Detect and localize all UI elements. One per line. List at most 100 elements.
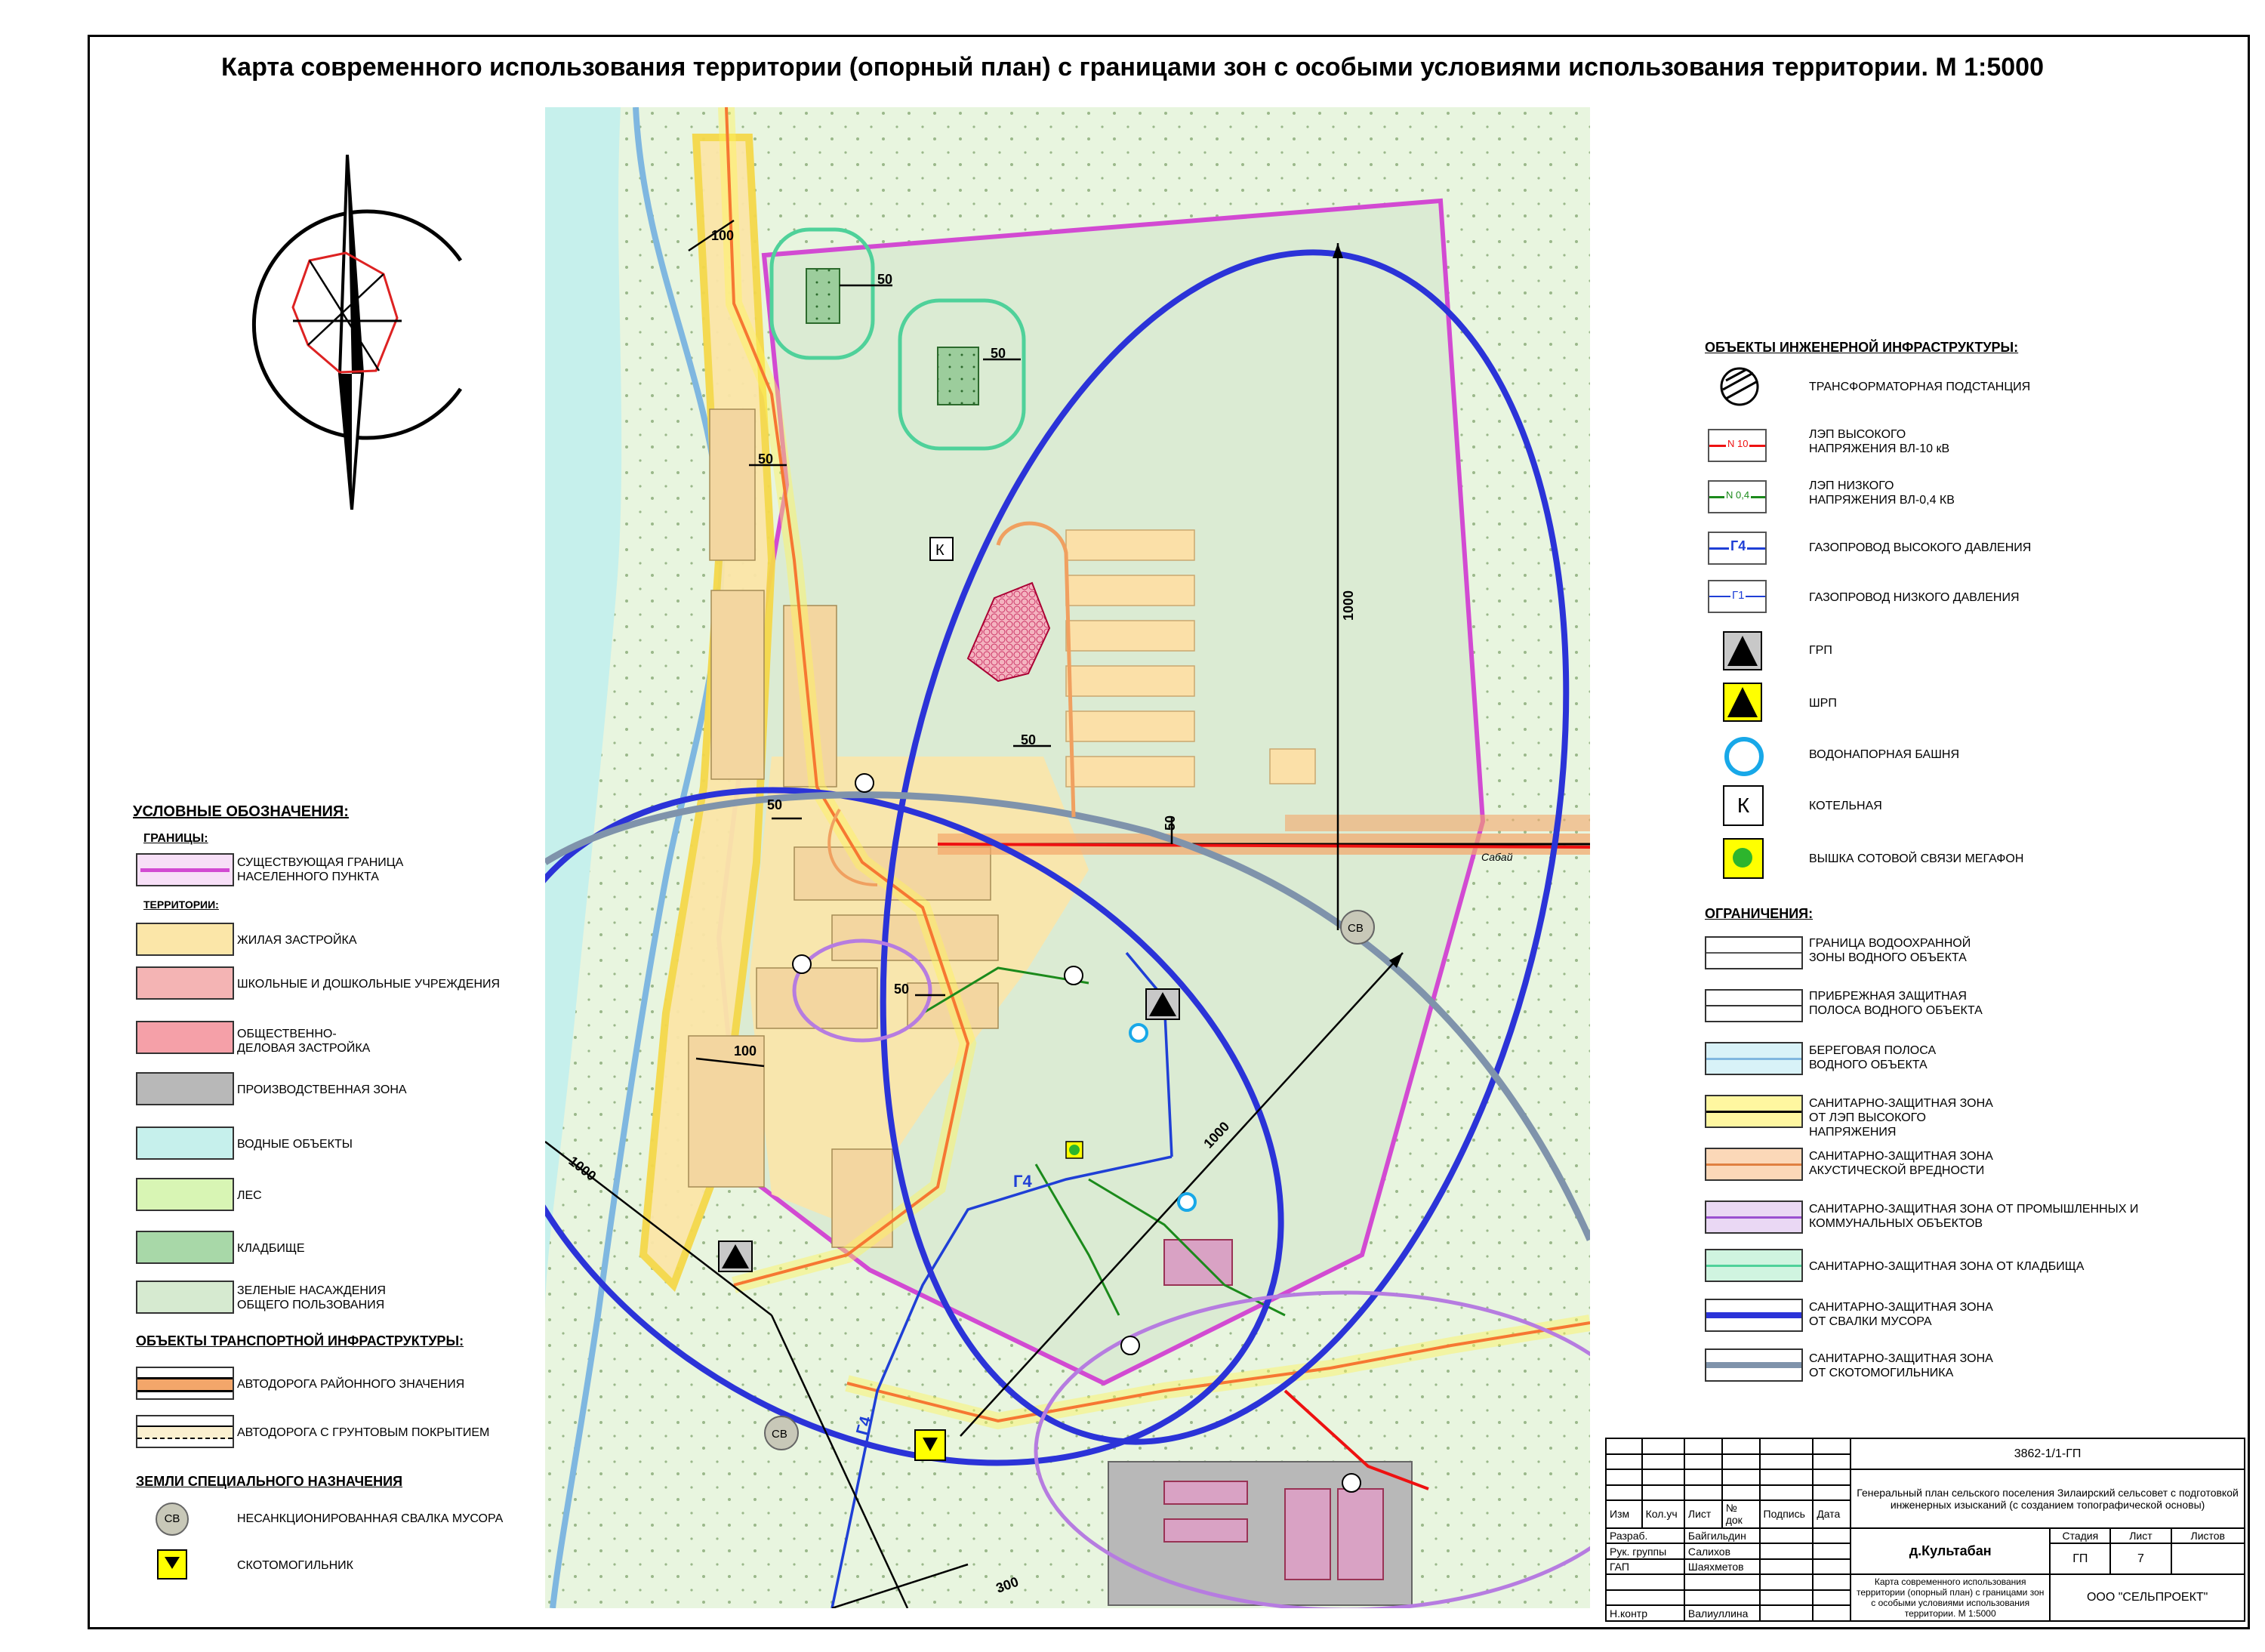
boundary-swatch <box>136 853 234 886</box>
label-cell-tower: ВЫШКА СОТОВОЙ СВЯЗИ МЕГАФОН <box>1809 852 2024 865</box>
label-green: ЗЕЛЕНЫЕ НАСАЖДЕНИЯ ОБЩЕГО ПОЛЬЗОВАНИЯ <box>237 1284 386 1311</box>
name-norm-control: Валиуллина <box>1683 1604 1761 1622</box>
swatch-schools <box>136 966 234 1000</box>
swatch-coastal-strip <box>1705 989 1803 1022</box>
label-residential: ЖИЛАЯ ЗАСТРОЙКА <box>237 934 357 947</box>
col-doc: № док <box>1721 1499 1761 1529</box>
legend-shrp-icon <box>1723 683 1762 722</box>
sheet-value: 7 <box>2109 1543 2172 1576</box>
role-chief: ГАП <box>1605 1558 1685 1576</box>
legend-cell-tower-icon <box>1723 838 1764 879</box>
swatch-szz-industrial <box>1705 1200 1803 1234</box>
boundary-label: СУЩЕСТВУЮЩАЯ ГРАНИЦА НАСЕЛЕННОГО ПУНКТА <box>237 856 404 883</box>
svg-text:СВ: СВ <box>1348 922 1364 935</box>
col-izm: Изм <box>1605 1499 1643 1529</box>
water-tower-icon <box>1129 1023 1148 1043</box>
legend-heading: УСЛОВНЫЕ ОБОЗНАЧЕНИЯ: <box>133 803 349 820</box>
label-hv-line: ЛЭП ВЫСОКОГО НАПРЯЖЕНИЯ ВЛ-10 кВ <box>1809 428 1950 455</box>
label-szz-industrial: САНИТАРНО-ЗАЩИТНАЯ ЗОНА ОТ ПРОМЫШЛЕННЫХ … <box>1809 1203 2139 1230</box>
grp-icon-2 <box>718 1241 753 1272</box>
name-group-lead: Салихов <box>1683 1543 1761 1560</box>
stamp-project-title: Генеральный план сельского поселения Зил… <box>1850 1469 2245 1529</box>
transport-heading: ОБЪЕКТЫ ТРАНСПОРТНОЙ ИНФРАСТРУКТУРЫ: <box>136 1333 464 1348</box>
swatch-industrial <box>136 1072 234 1105</box>
label-szz-cattle: САНИТАРНО-ЗАЩИТНАЯ ЗОНА ОТ СКОТОМОГИЛЬНИ… <box>1809 1352 1993 1379</box>
boundaries-heading: ГРАНИЦЫ: <box>143 832 208 845</box>
label-schools: ШКОЛЬНЫЕ И ДОШКОЛЬНЫЕ УЧРЕЖДЕНИЯ <box>237 978 501 991</box>
stamp-sheet-title: Карта современного использования террито… <box>1850 1573 2051 1622</box>
dist-label-100-top: 100 <box>711 228 734 243</box>
stage-value: ГП <box>2049 1543 2112 1576</box>
legend-hv-line: N 10 <box>1708 429 1767 462</box>
legend-water-tower-icon <box>1724 737 1764 776</box>
label-lv-line: ЛЭП НИЗКОГО НАПРЯЖЕНИЯ ВЛ-0,4 КВ <box>1809 479 1955 507</box>
legend-grp-icon <box>1723 631 1762 670</box>
dist-label-50-g: 50 <box>894 982 909 997</box>
label-boiler: КОТЕЛЬНАЯ <box>1809 800 1882 812</box>
water-tower-icon-2 <box>1177 1192 1197 1212</box>
label-gas-high: ГАЗОПРОВОД ВЫСОКОГО ДАВЛЕНИЯ <box>1809 541 2032 554</box>
label-water-tower: ВОДОНАПОРНАЯ БАШНЯ <box>1809 748 1959 761</box>
col-kol: Кол.уч <box>1641 1499 1685 1529</box>
col-sign: Подпись <box>1758 1499 1814 1529</box>
special-heading: ЗЕМЛИ СПЕЦИАЛЬНОГО НАЗНАЧЕНИЯ <box>136 1474 403 1489</box>
page-title: Карта современного использования террито… <box>221 53 2044 82</box>
swatch-water-protection <box>1705 936 1803 969</box>
swatch-dirt-road <box>136 1415 234 1448</box>
dist-label-50-d: 50 <box>1021 732 1036 747</box>
sheets-header: Листов <box>2170 1527 2245 1545</box>
compass-rose-icon <box>251 154 463 510</box>
label-gas-low: ГАЗОПРОВОД НИЗКОГО ДАВЛЕНИЯ <box>1809 591 2020 604</box>
label-water: ВОДНЫЕ ОБЪЕКТЫ <box>237 1138 353 1151</box>
role-group-lead: Рук. группы <box>1605 1543 1685 1560</box>
cemetery-2 <box>937 347 979 405</box>
dist-label-50-e: 50 <box>767 797 782 812</box>
legend-boiler-icon: К <box>1723 785 1764 826</box>
territories-heading: ТЕРРИТОРИИ: <box>143 898 219 911</box>
col-date: Дата <box>1812 1499 1852 1529</box>
label-public: ОБЩЕСТВЕННО-ДЕЛОВАЯ ЗАСТРОЙКА <box>237 1028 371 1055</box>
swatch-shore <box>1705 1042 1803 1075</box>
label-szz-landfill: САНИТАРНО-ЗАЩИТНАЯ ЗОНА ОТ СВАЛКИ МУСОРА <box>1809 1301 1993 1328</box>
legend-gas-high: Г4 <box>1708 532 1767 565</box>
sheet-header: Лист <box>2109 1527 2172 1545</box>
label-szz-power: САНИТАРНО-ЗАЩИТНАЯ ЗОНА ОТ ЛЭП ВЫСОКОГО … <box>1809 1097 1993 1139</box>
grp-icon <box>1145 988 1180 1020</box>
swatch-szz-landfill <box>1705 1299 1803 1332</box>
role-developer: Разраб. <box>1605 1527 1685 1545</box>
infra-heading: ОБЪЕКТЫ ИНЖЕНЕРНОЙ ИНФРАСТРУКТУРЫ: <box>1705 340 2019 355</box>
swatch-cemetery <box>136 1231 234 1264</box>
legend-lv-line: N 0,4 <box>1708 480 1767 513</box>
label-dirt-road: АВТОДОРОГА С ГРУНТОВЫМ ПОКРЫТИЕМ <box>237 1426 490 1439</box>
label-landfill: НЕСАНКЦИОНИРОВАННАЯ СВАЛКА МУСОРА <box>237 1512 504 1525</box>
swatch-szz-cemetery <box>1705 1249 1803 1282</box>
dist-label-50-f: 50 <box>1163 815 1178 831</box>
sheets-value <box>2170 1543 2245 1576</box>
dist-label-50-a: 50 <box>877 272 892 287</box>
restrictions-heading: ОГРАНИЧЕНИЯ: <box>1705 906 1814 921</box>
svg-text:СВ: СВ <box>772 1428 787 1441</box>
label-industrial: ПРОИЗВОДСТВЕННАЯ ЗОНА <box>237 1083 407 1096</box>
stamp-code: 3862-1/1-ГП <box>1850 1438 2245 1470</box>
cattle-burial-legend-icon <box>157 1549 187 1580</box>
settlement-map: 100 50 50 50 50 50 50 50 100 1000 1000 1… <box>545 107 1590 1608</box>
label-district-road: АВТОДОРОГА РАЙОННОГО ЗНАЧЕНИЯ <box>237 1378 465 1391</box>
stage-header: Стадия <box>2049 1527 2112 1545</box>
stamp-place: д.Культабан <box>1850 1527 2051 1576</box>
label-shrp: ШРП <box>1809 697 1837 710</box>
swatch-public <box>136 1021 234 1054</box>
label-shore: БЕРЕГОВАЯ ПОЛОСА ВОДНОГО ОБЪЕКТА <box>1809 1044 1937 1071</box>
svg-text:К: К <box>935 542 945 559</box>
river-label: Сабай <box>1481 851 1513 863</box>
label-szz-acoustic: САНИТАРНО-ЗАЩИТНАЯ ЗОНА АКУСТИЧЕСКОЙ ВРЕ… <box>1809 1150 1993 1177</box>
col-list: Лист <box>1683 1499 1723 1529</box>
dist-label-1000-right: 1000 <box>1341 590 1356 621</box>
swatch-district-road <box>136 1367 234 1400</box>
role-norm-control: Н.контр <box>1605 1604 1685 1622</box>
legend-gas-low: Г1 <box>1708 580 1767 613</box>
dist-label-100-mid: 100 <box>734 1043 757 1059</box>
label-forest: ЛЕС <box>237 1189 262 1202</box>
cemetery-1 <box>806 268 840 324</box>
label-transformer: ТРАНСФОРМАТОРНАЯ ПОДСТАНЦИЯ <box>1809 381 2031 393</box>
gas-label-1: Г4 <box>1013 1172 1032 1191</box>
